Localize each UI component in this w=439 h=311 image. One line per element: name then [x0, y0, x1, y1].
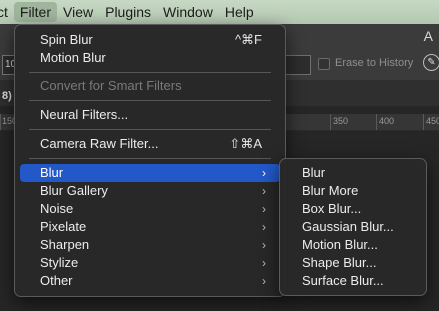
shortcut-label: ⇧⌘A: [229, 136, 262, 151]
menubar-item-help[interactable]: Help: [219, 0, 260, 24]
chevron-right-icon: ›: [262, 256, 266, 270]
menu-separator: [29, 72, 271, 73]
erase-history-checkbox[interactable]: [318, 58, 330, 70]
chevron-right-icon: ›: [262, 166, 266, 180]
menu-separator: [29, 129, 271, 130]
menu-item-spin-blur[interactable]: Spin Blur ^⌘F: [20, 31, 280, 49]
submenu-item-gaussian-blur[interactable]: Gaussian Blur...: [285, 218, 421, 236]
menu-item-convert-smart-filters: Convert for Smart Filters: [40, 78, 182, 93]
menu-item-label: Blur: [40, 165, 64, 180]
chevron-right-icon: ›: [262, 202, 266, 216]
blur-submenu: Blur Blur More Box Blur... Gaussian Blur…: [279, 158, 427, 296]
chevron-right-icon: ›: [262, 184, 266, 198]
submenu-item-motion-blur[interactable]: Motion Blur...: [285, 236, 421, 254]
ruler-tick: [0, 114, 1, 130]
menu-item-label: Spin Blur: [40, 32, 93, 47]
submenu-item-blur-more[interactable]: Blur More: [285, 182, 421, 200]
menu-separator: [29, 100, 271, 101]
menu-item-label: Noise: [40, 201, 74, 216]
menu-item-label: Pixelate: [40, 219, 87, 234]
menubar-item-select[interactable]: ct: [0, 0, 14, 24]
brush-icon[interactable]: ✎: [423, 54, 439, 71]
menubar-item-plugins[interactable]: Plugins: [99, 0, 157, 24]
menu-item-pixelate[interactable]: Pixelate ›: [20, 218, 280, 236]
submenu-item-box-blur[interactable]: Box Blur...: [285, 200, 421, 218]
chevron-right-icon: ›: [262, 238, 266, 252]
menu-item-blur[interactable]: Blur ›: [20, 164, 280, 182]
menu-item-neural-filters[interactable]: Neural Filters...: [20, 106, 280, 124]
menu-item-other[interactable]: Other ›: [20, 272, 280, 290]
menu-item-label: Stylize: [40, 255, 79, 270]
ruler-label: 400: [379, 116, 395, 126]
menubar-item-filter[interactable]: Filter: [13, 2, 58, 22]
filter-menu: Spin Blur ^⌘F Motion Blur Convert for Sm…: [14, 24, 286, 297]
menu-item-sharpen[interactable]: Sharpen ›: [20, 236, 280, 254]
erase-history-label: Erase to History: [335, 57, 414, 69]
ruler-tick: [376, 114, 377, 130]
submenu-item-blur[interactable]: Blur: [285, 164, 421, 182]
menu-item-blur-gallery[interactable]: Blur Gallery ›: [20, 182, 280, 200]
menu-separator: [29, 158, 271, 159]
chevron-right-icon: ›: [262, 220, 266, 234]
submenu-item-shape-blur[interactable]: Shape Blur...: [285, 254, 421, 272]
ruler-tick: [330, 114, 331, 130]
menu-bar: ct Filter View Plugins Window Help: [0, 0, 439, 24]
menu-item-label: Sharpen: [40, 237, 90, 252]
menu-item-stylize[interactable]: Stylize ›: [20, 254, 280, 272]
options-input[interactable]: [283, 55, 311, 75]
menu-item-noise[interactable]: Noise ›: [20, 200, 280, 218]
menubar-item-view[interactable]: View: [57, 0, 99, 24]
ruler-label: 450: [426, 116, 439, 126]
menu-item-label: Other: [40, 273, 73, 288]
menubar-item-window[interactable]: Window: [157, 0, 219, 24]
shortcut-label: ^⌘F: [234, 32, 262, 47]
submenu-item-surface-blur[interactable]: Surface Blur...: [285, 272, 421, 290]
options-fragment: A: [423, 28, 433, 44]
ruler-tick: [423, 114, 424, 130]
menu-item-camera-raw[interactable]: Camera Raw Filter... ⇧⌘A: [20, 135, 280, 153]
document-tab-label[interactable]: 8): [2, 90, 12, 102]
menu-item-label: Camera Raw Filter...: [40, 136, 159, 151]
menu-item-motion-blur[interactable]: Motion Blur: [20, 49, 280, 67]
ruler-label: 350: [333, 116, 349, 126]
chevron-right-icon: ›: [262, 274, 266, 288]
menu-item-label: Blur Gallery: [40, 183, 108, 198]
